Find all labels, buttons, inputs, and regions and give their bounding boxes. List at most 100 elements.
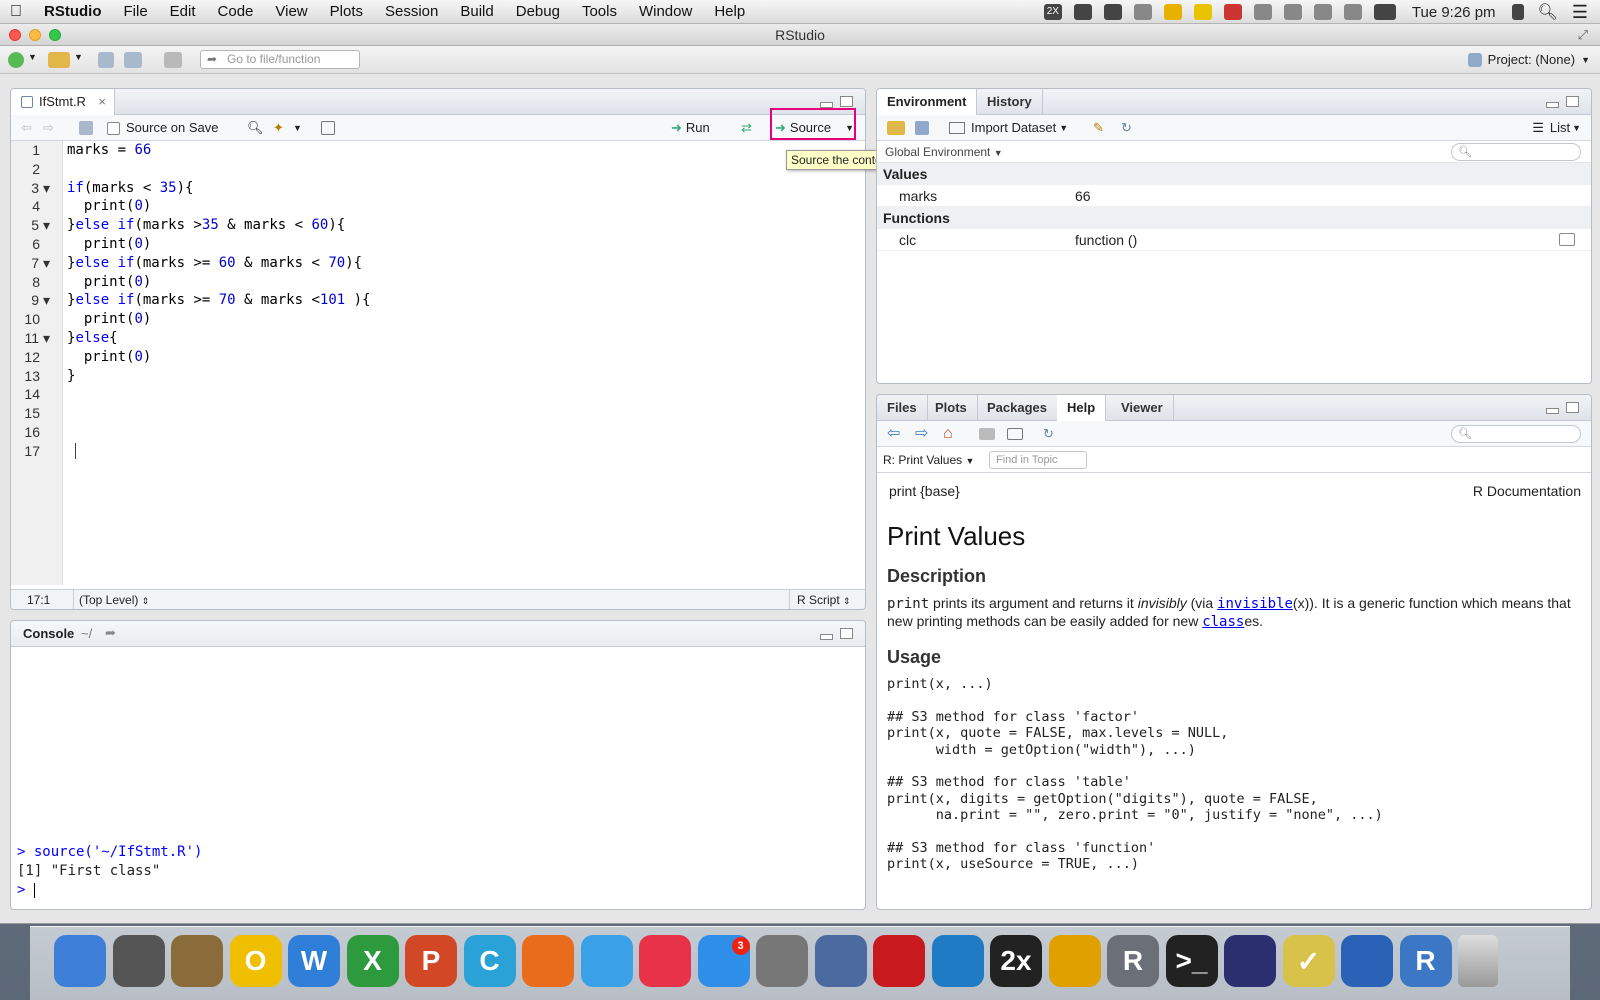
- menu-window[interactable]: Window: [639, 3, 692, 20]
- rstudio-r-icon[interactable]: R: [1107, 935, 1159, 987]
- view-mode-menu[interactable]: ☰ List ▼: [1532, 119, 1581, 137]
- lock-tray-icon[interactable]: [1103, 4, 1122, 20]
- trash-icon[interactable]: [1458, 935, 1498, 987]
- env-row-marks[interactable]: marks 66: [877, 185, 1591, 207]
- cinema-icon[interactable]: C: [463, 935, 516, 987]
- import-dataset-button[interactable]: Import Dataset ▼: [949, 119, 1068, 137]
- checkbox-icon[interactable]: [107, 121, 120, 135]
- scope-selector[interactable]: (Top Level) ⇕: [79, 593, 149, 607]
- eclipse-icon[interactable]: [1224, 935, 1276, 987]
- safari-icon[interactable]: [580, 935, 633, 987]
- spotlight-icon[interactable]: 🔍︎: [1538, 2, 1558, 22]
- caffeine-tray-icon[interactable]: [1163, 4, 1182, 20]
- print-icon[interactable]: [164, 52, 182, 68]
- maximize-pane-icon[interactable]: [1566, 402, 1579, 413]
- tab-help[interactable]: Help: [1057, 395, 1107, 421]
- goto-file-input[interactable]: Go to file/function: [200, 50, 360, 69]
- menu-edit[interactable]: Edit: [170, 3, 196, 20]
- run-button[interactable]: ➜ Run: [671, 119, 710, 137]
- project-menu[interactable]: Project: (None) ▼: [1467, 52, 1590, 67]
- clock[interactable]: Tue 9:26 pm: [1412, 4, 1496, 21]
- save-document-icon[interactable]: [79, 121, 93, 135]
- refresh-icon[interactable]: ↻: [1121, 119, 1132, 137]
- help-search-input[interactable]: 🔍︎: [1451, 425, 1581, 443]
- appstore-icon[interactable]: 3: [697, 935, 750, 987]
- broom-icon[interactable]: ✎: [1093, 119, 1104, 137]
- topic-selector[interactable]: R: Print Values ▼: [883, 453, 974, 467]
- view-function-icon[interactable]: [1559, 233, 1575, 246]
- save-all-icon[interactable]: [124, 52, 142, 68]
- chat-icon[interactable]: [931, 935, 984, 987]
- wifi-icon[interactable]: [1313, 4, 1332, 20]
- find-in-topic-input[interactable]: Find in Topic: [989, 451, 1087, 469]
- save-workspace-icon[interactable]: [915, 121, 929, 135]
- console-prompt[interactable]: >: [17, 881, 202, 900]
- app-menu[interactable]: RStudio: [44, 3, 102, 20]
- load-workspace-icon[interactable]: [887, 121, 905, 135]
- console-output[interactable]: > source('~/IfStmt.R') [1] "First class"…: [17, 843, 202, 900]
- fullscreen-icon[interactable]: ⤢: [1578, 27, 1588, 43]
- home-icon[interactable]: ⌂: [943, 425, 953, 443]
- print-help-icon[interactable]: [979, 428, 995, 440]
- status-tray-icon[interactable]: [1223, 4, 1242, 20]
- menu-plots[interactable]: Plots: [330, 3, 363, 20]
- chat-tray-icon[interactable]: [1073, 4, 1092, 20]
- word-icon[interactable]: W: [288, 935, 340, 987]
- dropbox-tray-icon[interactable]: [1133, 4, 1152, 20]
- class-link[interactable]: class: [1202, 614, 1244, 630]
- show-in-window-icon[interactable]: [1007, 428, 1023, 440]
- battery-icon[interactable]: [1373, 4, 1396, 20]
- minimize-pane-icon[interactable]: [820, 634, 833, 640]
- env-search-input[interactable]: 🔍︎: [1451, 143, 1581, 161]
- quicktime-icon[interactable]: [1341, 935, 1393, 987]
- tab-ifstmt[interactable]: IfStmt.R ×: [11, 89, 115, 115]
- photo-icon[interactable]: [171, 935, 223, 987]
- excel-icon[interactable]: X: [346, 935, 399, 987]
- help-back-icon[interactable]: ⇦: [887, 425, 900, 443]
- back-arrow-icon[interactable]: ⇦: [21, 119, 32, 137]
- code-area[interactable]: marks = 66 if(marks < 35){ print(0)}else…: [67, 141, 857, 585]
- magic-wand-icon[interactable]: ✦: [273, 119, 284, 137]
- rerun-icon[interactable]: ⇄: [741, 119, 752, 137]
- invisible-link[interactable]: invisible: [1217, 596, 1293, 612]
- powerpoint-icon[interactable]: P: [405, 935, 457, 987]
- tab-packages[interactable]: Packages: [977, 395, 1058, 421]
- source-on-save-checkbox[interactable]: Source on Save: [107, 119, 219, 137]
- time-machine-icon[interactable]: [1253, 4, 1272, 20]
- tasks-icon[interactable]: ✓: [1282, 935, 1335, 987]
- apple-menu-icon[interactable]: : [10, 3, 22, 21]
- tab-viewer[interactable]: Viewer: [1111, 395, 1174, 421]
- close-tab-icon[interactable]: ×: [98, 89, 106, 115]
- new-file-icon[interactable]: [8, 52, 24, 68]
- 2x-tray-icon[interactable]: 2X: [1043, 4, 1062, 20]
- bluetooth-icon[interactable]: [1283, 4, 1302, 20]
- tab-environment[interactable]: Environment: [877, 89, 978, 115]
- env-row-clc[interactable]: clc function (): [877, 229, 1591, 251]
- menu-code[interactable]: Code: [218, 3, 254, 20]
- wolfram-icon[interactable]: [1048, 935, 1101, 987]
- new-file-dropdown-icon[interactable]: ▼: [28, 52, 37, 62]
- tab-history[interactable]: History: [977, 89, 1043, 115]
- minimize-pane-icon[interactable]: [1546, 102, 1559, 108]
- network-icon[interactable]: [814, 935, 867, 987]
- 2x-icon[interactable]: 2x: [990, 935, 1042, 987]
- maximize-pane-icon[interactable]: [840, 96, 853, 107]
- volume-icon[interactable]: [1343, 4, 1362, 20]
- acrobat-icon[interactable]: [873, 935, 925, 987]
- goto-working-dir-icon[interactable]: ➦: [105, 625, 116, 641]
- launchpad-icon[interactable]: [112, 935, 165, 987]
- wand-dropdown-icon[interactable]: ▼: [293, 119, 302, 137]
- menu-build[interactable]: Build: [460, 3, 493, 20]
- open-file-dropdown-icon[interactable]: ▼: [74, 52, 83, 62]
- shield-tray-icon[interactable]: [1193, 4, 1212, 20]
- r-icon[interactable]: R: [1399, 935, 1452, 987]
- notification-center-icon[interactable]: ☰: [1572, 2, 1588, 23]
- maximize-pane-icon[interactable]: [1566, 96, 1579, 107]
- padlock-tray-icon[interactable]: [1511, 4, 1524, 20]
- tab-plots[interactable]: Plots: [925, 395, 978, 421]
- help-forward-icon[interactable]: ⇨: [915, 425, 928, 443]
- finder-icon[interactable]: [54, 935, 106, 987]
- global-env-selector[interactable]: Global Environment ▼: [885, 145, 1003, 159]
- refresh-help-icon[interactable]: ↻: [1043, 425, 1054, 443]
- file-type-selector[interactable]: R Script ⇕: [797, 593, 851, 607]
